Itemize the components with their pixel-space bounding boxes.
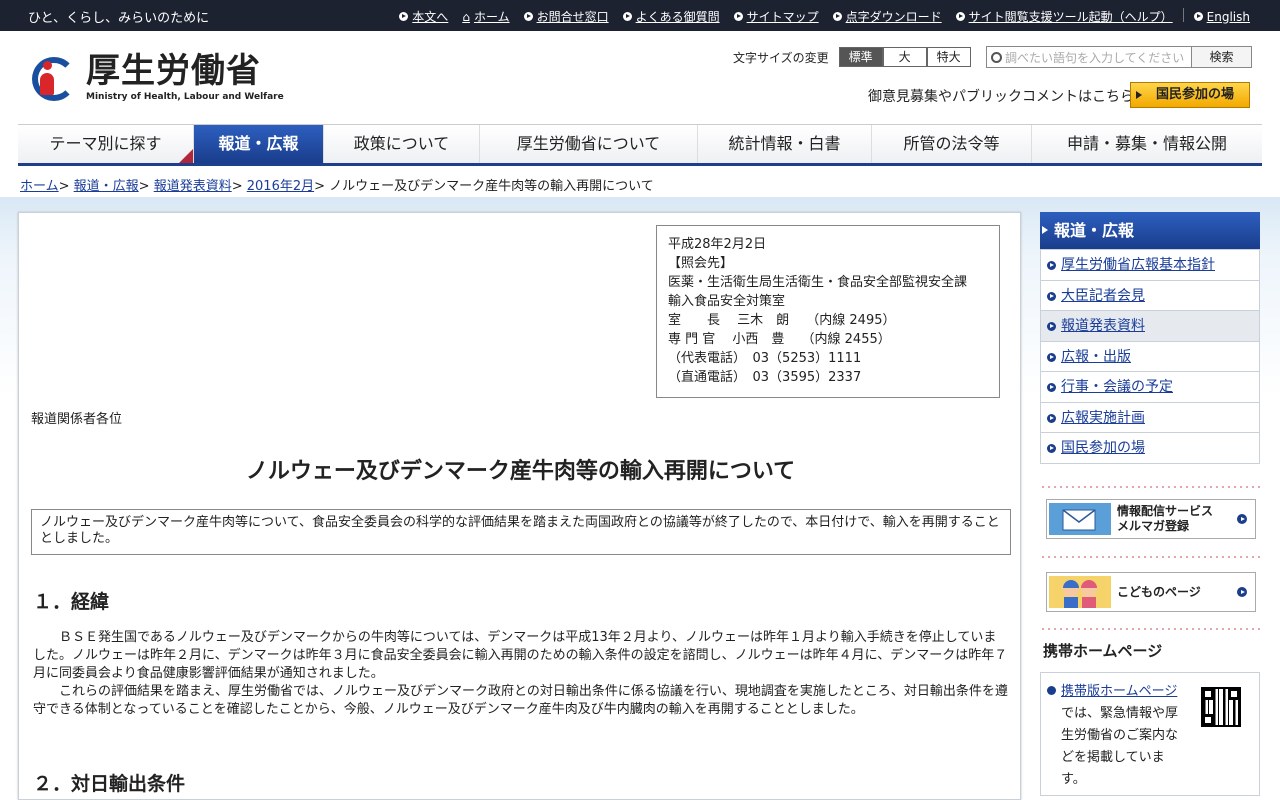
nav-about[interactable]: 厚生労働省について [480, 125, 698, 163]
font-size-large-button[interactable]: 大 [882, 47, 927, 67]
mail-magazine-banner[interactable]: 情報配信サービス メルマガ登録 [1046, 499, 1256, 539]
addressee: 報道関係者各位 [31, 412, 123, 427]
search-form: 調べたい語句を入力してください 検索 [986, 46, 1252, 68]
children-icon [1049, 576, 1111, 608]
sidebar-item-press-releases[interactable]: 報道発表資料 [1041, 310, 1259, 341]
font-size-label: 文字サイズの変更 [733, 50, 829, 65]
faq-link[interactable]: よくある御質問 [622, 8, 720, 25]
contact-direct-phone: （直通電話） 03（3595）2337 [668, 370, 862, 385]
release-date: 平成28年2月2日 [668, 237, 767, 252]
sidebar-item-participation[interactable]: 国民参加の場 [1041, 432, 1259, 463]
divider [1040, 556, 1260, 558]
divider [1040, 628, 1260, 630]
breadcrumb-month[interactable]: 2016年2月 [247, 179, 314, 194]
public-comment-text: 御意見募集やパブリックコメントはこちら [868, 89, 1134, 105]
nav-press[interactable]: 報道・広報 [194, 125, 324, 163]
paragraph: これらの評価結果を踏まえ、厚生労働省では、ノルウェー及びデンマーク政府との対日輸… [33, 684, 1008, 717]
section-heading-export-conditions: ２．対日輸出条件 [33, 773, 186, 795]
contact-office: 輸入食品安全対策室 [668, 294, 786, 309]
nav-applications[interactable]: 申請・募集・情報公開 [1032, 125, 1262, 163]
nav-statistics[interactable]: 統計情報・白書 [698, 125, 872, 163]
arrow-icon [622, 12, 632, 21]
contact-chief: 室 長 三木 朗 （内線 2495） [668, 313, 896, 328]
sidebar: 報道・広報 厚生労働省広報基本指針 大臣記者会見 報道発表資料 広報・出版 行事… [1040, 212, 1260, 464]
logo-icon [30, 51, 78, 103]
sidebar-item-events[interactable]: 行事・会議の予定 [1041, 371, 1259, 402]
logo-title: 厚生労働省 [86, 51, 261, 91]
top-bar: ひと、くらし、みらいのために 本文へ ⌂ ホーム お問合せ窓口 よくある御質問 サ… [0, 0, 1280, 31]
breadcrumb-current: ノルウェー及びデンマーク産牛肉等の輸入再開について [329, 179, 654, 194]
sidebar-list: 厚生労働省広報基本指針 大臣記者会見 報道発表資料 広報・出版 行事・会議の予定… [1040, 249, 1260, 464]
contact-main-phone: （代表電話） 03（5253）1111 [668, 351, 862, 366]
braille-download-link[interactable]: 点字ダウンロード [832, 8, 942, 25]
english-link[interactable]: English [1193, 8, 1250, 25]
kids-page-banner[interactable]: こどものページ [1046, 572, 1256, 612]
search-icon [991, 51, 1002, 63]
contact-dept: 医薬・生活衛生局生活衛生・食品安全部監視安全課 [668, 275, 968, 290]
search-button[interactable]: 検索 [1192, 46, 1252, 68]
arrow-icon [399, 12, 409, 21]
home-link[interactable]: ⌂ ホーム [462, 8, 509, 25]
arrow-icon [523, 12, 533, 21]
summary-box: ノルウェー及びデンマーク産牛肉等について、食品安全委員会の科学的な評価結果を踏ま… [31, 509, 1011, 555]
arrow-icon [955, 12, 965, 21]
header: 厚生労働省 Ministry of Health, Labour and Wel… [0, 31, 1280, 123]
nav-policy[interactable]: 政策について [324, 125, 480, 163]
mobile-box: 携帯版ホームページでは、緊急情報や厚生労働省のご案内などを掲載しています。 [1040, 672, 1260, 796]
font-size-switcher: 文字サイズの変更 標準 大 特大 [733, 47, 971, 67]
sidebar-heading[interactable]: 報道・広報 [1040, 212, 1260, 249]
tagline: ひと、くらし、みらいのために [28, 11, 210, 26]
qr-code-icon [1201, 687, 1241, 727]
arrow-icon [733, 12, 743, 21]
top-links: 本文へ ⌂ ホーム お問合せ窓口 よくある御質問 サイトマップ 点字ダウンロード … [399, 8, 1250, 25]
logo-subtitle: Ministry of Health, Labour and Welfare [86, 92, 284, 102]
divider [1182, 8, 1184, 22]
corner-mark-icon [179, 149, 193, 163]
sidebar-item-press-conference[interactable]: 大臣記者会見 [1041, 279, 1259, 310]
search-input[interactable]: 調べたい語句を入力してください [986, 46, 1192, 68]
house-icon: ⌂ [462, 9, 470, 24]
mobile-description: では、緊急情報や厚生労働省のご案内などを掲載しています。 [1061, 706, 1179, 787]
contact-box: 平成28年2月2日 【照会先】 医薬・生活衛生局生活衛生・食品安全部監視安全課 … [656, 225, 1000, 398]
font-size-xlarge-button[interactable]: 特大 [926, 47, 971, 67]
mobile-heading: 携帯ホームページ [1043, 642, 1163, 660]
arrow-icon [1237, 514, 1247, 524]
main-content: 平成28年2月2日 【照会先】 医薬・生活衛生局生活衛生・食品安全部監視安全課 … [18, 212, 1021, 800]
arrow-icon [832, 12, 842, 21]
arrow-icon [1193, 12, 1203, 21]
sidebar-item-pr-policy[interactable]: 厚生労働省広報基本指針 [1041, 249, 1259, 280]
arrow-icon [1047, 686, 1056, 695]
arrow-icon [1237, 587, 1247, 597]
mobile-site-link[interactable]: 携帯版ホームページ [1061, 684, 1177, 699]
contact-link[interactable]: お問合せ窓口 [523, 8, 609, 25]
divider [1040, 486, 1260, 488]
sidebar-item-publications[interactable]: 広報・出版 [1041, 340, 1259, 371]
section-body-background: ＢＳＥ発生国であるノルウェー及びデンマークからの牛肉等については、デンマークは平… [33, 629, 1008, 719]
breadcrumb-press[interactable]: 報道・広報 [74, 179, 139, 194]
paragraph: ＢＳＥ発生国であるノルウェー及びデンマークからの牛肉等については、デンマークは平… [33, 630, 1008, 681]
sidebar-item-pr-plan[interactable]: 広報実施計画 [1041, 401, 1259, 432]
page-title: ノルウェー及びデンマーク産牛肉等の輸入再開について [245, 459, 796, 484]
accessibility-tool-link[interactable]: サイト閲覧支援ツール起動（ヘルプ） [955, 8, 1173, 25]
global-nav: テーマ別に探す 報道・広報 政策について 厚生労働省について 統計情報・白書 所… [18, 124, 1262, 166]
section-heading-background: １．経緯 [33, 591, 110, 613]
breadcrumb-releases[interactable]: 報道発表資料 [154, 179, 232, 194]
contact-label: 【照会先】 [668, 256, 734, 271]
breadcrumb: ホーム> 報道・広報> 報道発表資料> 2016年2月> ノルウェー及びデンマー… [20, 179, 654, 194]
site-logo[interactable]: 厚生労働省 Ministry of Health, Labour and Wel… [30, 51, 284, 103]
sitemap-link[interactable]: サイトマップ [733, 8, 819, 25]
kokumin-sanka-button[interactable]: 国民参加の場 [1130, 82, 1250, 108]
breadcrumb-home[interactable]: ホーム [20, 179, 59, 194]
contact-specialist: 専 門 官 小西 豊 （内線 2455） [668, 332, 891, 347]
font-size-standard-button[interactable]: 標準 [838, 47, 883, 67]
nav-laws[interactable]: 所管の法令等 [872, 125, 1032, 163]
skip-to-content-link[interactable]: 本文へ [399, 8, 448, 25]
envelope-icon [1049, 503, 1111, 535]
nav-theme[interactable]: テーマ別に探す [18, 125, 194, 163]
